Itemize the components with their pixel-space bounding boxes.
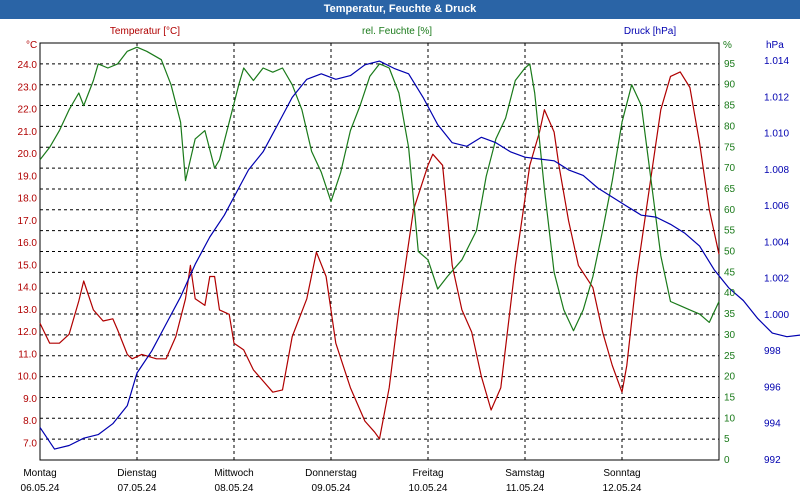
temperature-tick-label: 18.0 — [18, 194, 38, 205]
date-label: 12.05.24 — [603, 483, 642, 494]
humidity-tick-label: 60 — [724, 205, 736, 216]
humidity-tick-label: 75 — [724, 142, 736, 153]
pressure-unit: hPa — [766, 40, 784, 51]
humidity-tick-label: 30 — [724, 330, 736, 341]
day-label: Samstag — [505, 468, 544, 479]
window-title: Temperatur, Feuchte & Druck — [0, 0, 800, 19]
date-label: 09.05.24 — [312, 483, 351, 494]
date-label: 08.05.24 — [215, 483, 254, 494]
temperature-tick-label: 17.0 — [18, 216, 38, 227]
humidity-tick-label: 95 — [724, 59, 736, 70]
pressure-tick-label: 1.008 — [764, 165, 789, 176]
humidity-tick-label: 55 — [724, 226, 736, 237]
humidity-tick-label: 85 — [724, 101, 736, 112]
temperature-tick-label: 16.0 — [18, 238, 38, 249]
humidity-unit: % — [723, 40, 732, 51]
day-label: Sonntag — [603, 468, 640, 479]
humidity-tick-label: 65 — [724, 184, 736, 195]
temperature-tick-label: 13.0 — [18, 305, 38, 316]
pressure-tick-label: 994 — [764, 419, 781, 430]
temperature-tick-label: 11.0 — [18, 349, 37, 360]
temperature-tick-label: 15.0 — [18, 260, 38, 271]
temperature-unit: °C — [26, 40, 37, 51]
temperature-tick-label: 19.0 — [18, 171, 38, 182]
pressure-axis-label: Druck [hPa] — [624, 26, 676, 37]
humidity-tick-label: 70 — [724, 163, 736, 174]
temperature-tick-label: 8.0 — [23, 416, 37, 427]
temperature-tick-label: 9.0 — [23, 394, 37, 405]
humidity-tick-label: 50 — [724, 247, 736, 258]
temperature-tick-label: 21.0 — [18, 127, 38, 138]
temperature-tick-label: 14.0 — [18, 283, 38, 294]
day-label: Freitag — [412, 468, 443, 479]
temperature-tick-label: 23.0 — [18, 82, 38, 93]
humidity-tick-label: 80 — [724, 121, 736, 132]
humidity-tick-label: 45 — [724, 267, 736, 278]
pressure-tick-label: 1.000 — [764, 310, 789, 321]
date-label: 11.05.24 — [506, 483, 545, 494]
temperature-tick-label: 22.0 — [18, 105, 38, 116]
date-label: 06.05.24 — [21, 483, 60, 494]
humidity-tick-label: 25 — [724, 351, 736, 362]
date-label: 10.05.24 — [409, 483, 448, 494]
chart-area: 7.0 8.0 9.0 10.0 11.0 12.0 13.0 14.0 15.0 16.0 17.… — [18, 26, 800, 494]
humidity-axis-label: rel. Feuchte [%] — [362, 26, 432, 37]
day-label: Mittwoch — [214, 468, 253, 479]
humidity-tick-label: 5 — [724, 434, 730, 445]
humidity-tick-label: 15 — [724, 392, 736, 403]
humidity-tick-label: 35 — [724, 309, 736, 320]
pressure-tick-label: 1.002 — [764, 274, 789, 285]
day-label: Montag — [23, 468, 56, 479]
temperature-tick-label: 20.0 — [18, 149, 38, 160]
pressure-tick-label: 1.004 — [764, 237, 789, 248]
temperature-tick-label: 7.0 — [23, 438, 37, 449]
humidity-tick-label: 40 — [724, 288, 736, 299]
humidity-tick-label: 90 — [724, 80, 736, 91]
temperature-tick-label: 12.0 — [18, 327, 38, 338]
pressure-tick-label: 1.012 — [764, 92, 789, 103]
humidity-tick-label: 0 — [724, 455, 730, 466]
pressure-tick-label: 998 — [764, 346, 781, 357]
pressure-tick-label: 1.014 — [764, 56, 789, 67]
temperature-axis-label: Temperatur [°C] — [110, 26, 180, 37]
temperature-tick-label: 10.0 — [18, 372, 38, 383]
pressure-tick-label: 996 — [764, 382, 781, 393]
humidity-tick-label: 20 — [724, 372, 736, 383]
temperature-tick-label: 24.0 — [18, 60, 38, 71]
day-label: Dienstag — [117, 468, 156, 479]
day-label: Donnerstag — [305, 468, 357, 479]
date-label: 07.05.24 — [118, 483, 157, 494]
humidity-tick-label: 10 — [724, 413, 736, 424]
pressure-tick-label: 1.006 — [764, 201, 789, 212]
pressure-tick-label: 992 — [764, 455, 781, 466]
pressure-tick-label: 1.010 — [764, 129, 789, 140]
